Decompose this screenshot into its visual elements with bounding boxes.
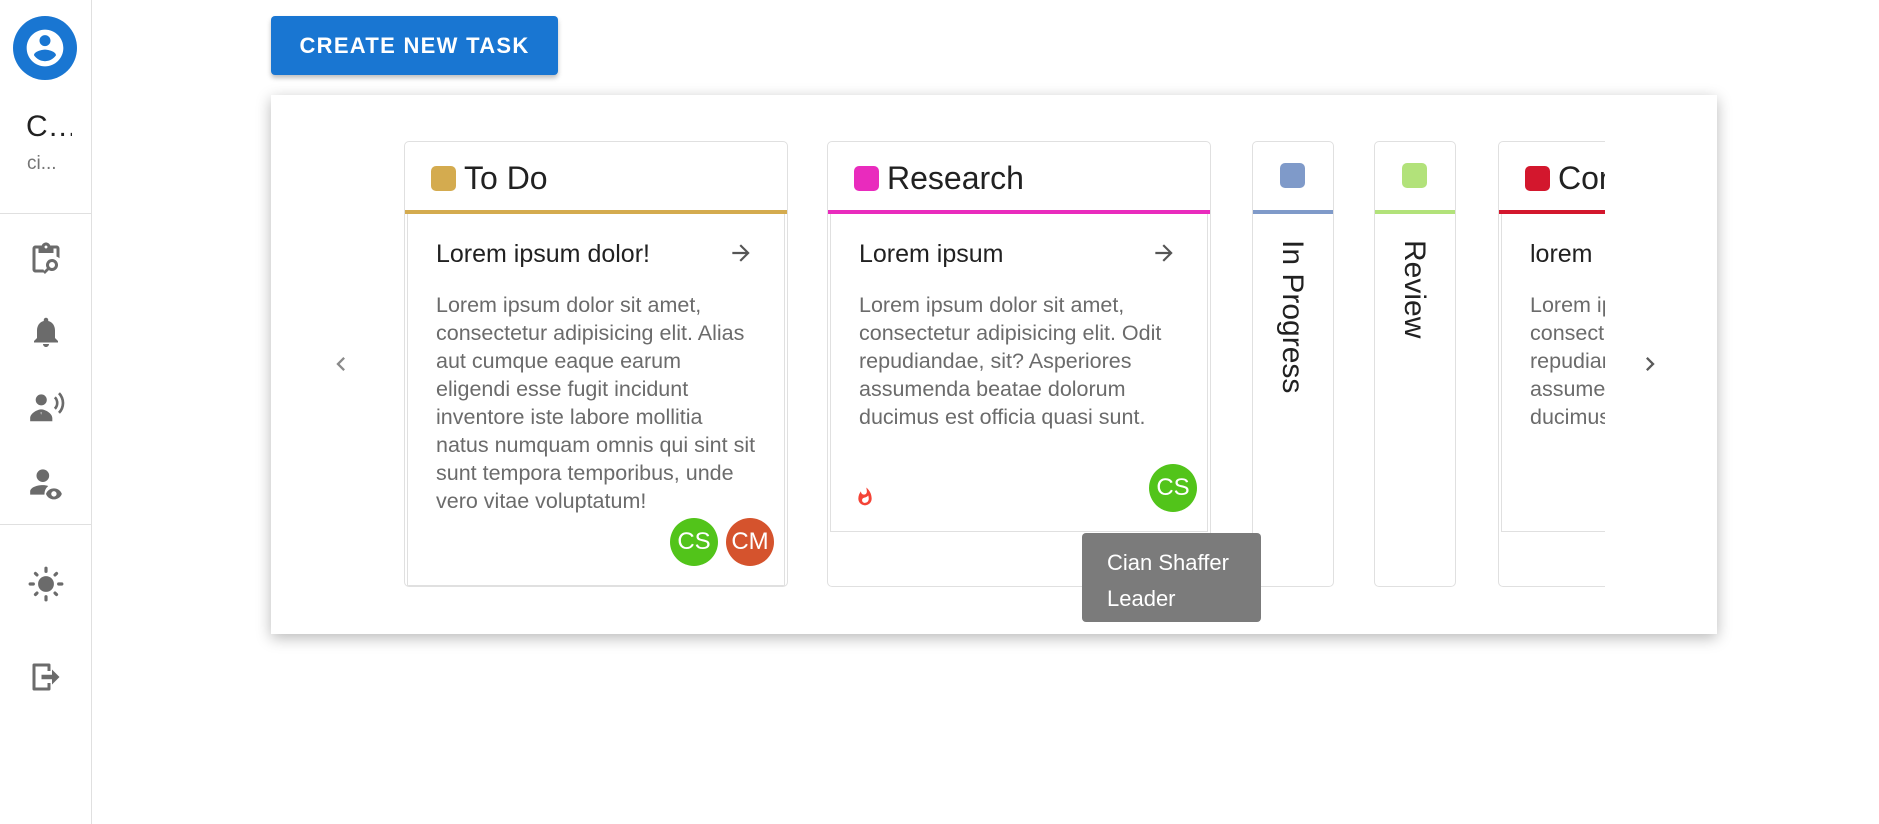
column-title: Research [887,159,1024,196]
assignee-avatar[interactable]: CS [1149,464,1197,512]
column-header: Completed [1499,142,1605,214]
sun-icon[interactable] [26,564,66,604]
sidebar-divider [0,213,91,214]
assignee-avatar[interactable]: CS [670,518,718,566]
task-description: Lorem ipsum dolor sit amet, consectetur … [436,293,756,513]
column-color-swatch [1402,163,1427,188]
user-subtitle: ci... [27,153,57,174]
kanban-board: To Do Lorem ipsum dolor! Lorem ipsum dol… [271,95,1717,634]
presenter-icon[interactable] [26,387,66,427]
task-card[interactable]: lorem Lorem ipsum dolor sit amet, consec… [1501,214,1605,532]
column-completed: Completed lorem Lorem ipsum dolor sit am… [1498,141,1605,587]
tooltip-role: Leader [1107,586,1176,611]
tooltip-name: Cian Shaffer [1107,550,1229,575]
column-in-progress[interactable]: In Progress [1252,141,1334,587]
task-description: Lorem ipsum dolor sit amet, consectetur … [1530,293,1605,429]
column-title: To Do [464,159,548,196]
column-title: Completed [1558,159,1605,196]
user-name: C... [26,110,72,143]
account-circle-icon [26,29,64,67]
task-card[interactable]: Lorem ipsum Lorem ipsum dolor sit amet, … [830,214,1208,532]
chevron-right-icon[interactable] [1630,344,1670,384]
account-eye-icon[interactable] [26,462,66,502]
column-viewport-clip: Completed lorem Lorem ipsum dolor sit am… [1498,141,1605,587]
sidebar-divider [0,524,91,525]
sidebar: C... ci... [0,0,92,824]
task-card[interactable]: Lorem ipsum dolor! Lorem ipsum dolor sit… [407,214,785,586]
column-color-swatch [854,165,879,191]
task-description: Lorem ipsum dolor sit amet, consectetur … [859,293,1162,429]
user-avatar[interactable] [13,16,77,80]
column-header: Research [828,142,1210,214]
create-task-button[interactable]: CREATE NEW TASK [271,16,558,75]
column-title: Review [1398,240,1431,339]
logout-icon[interactable] [26,657,66,697]
arrow-right-icon[interactable] [1151,240,1177,271]
column-color-swatch [1525,165,1550,191]
chevron-left-icon[interactable] [321,344,361,384]
column-review[interactable]: Review [1374,141,1456,587]
column-underline [1375,210,1455,214]
column-underline [1253,210,1333,214]
task-title: lorem [1530,240,1593,268]
column-research: Research Lorem ipsum Lorem ipsum dolor s… [827,141,1211,587]
column-todo: To Do Lorem ipsum dolor! Lorem ipsum dol… [404,141,788,587]
task-title: Lorem ipsum [859,240,1004,268]
clipboard-search-icon[interactable] [26,239,66,279]
bell-icon[interactable] [26,312,66,352]
fire-icon [855,486,875,513]
column-header: To Do [405,142,787,214]
task-title: Lorem ipsum dolor! [436,240,650,268]
assignee-tooltip: Cian Shaffer Leader [1082,533,1261,622]
column-color-swatch [1280,163,1305,188]
column-title: In Progress [1276,240,1309,394]
arrow-right-icon[interactable] [728,240,754,271]
assignee-avatar[interactable]: CM [726,518,774,566]
column-color-swatch [431,165,456,191]
